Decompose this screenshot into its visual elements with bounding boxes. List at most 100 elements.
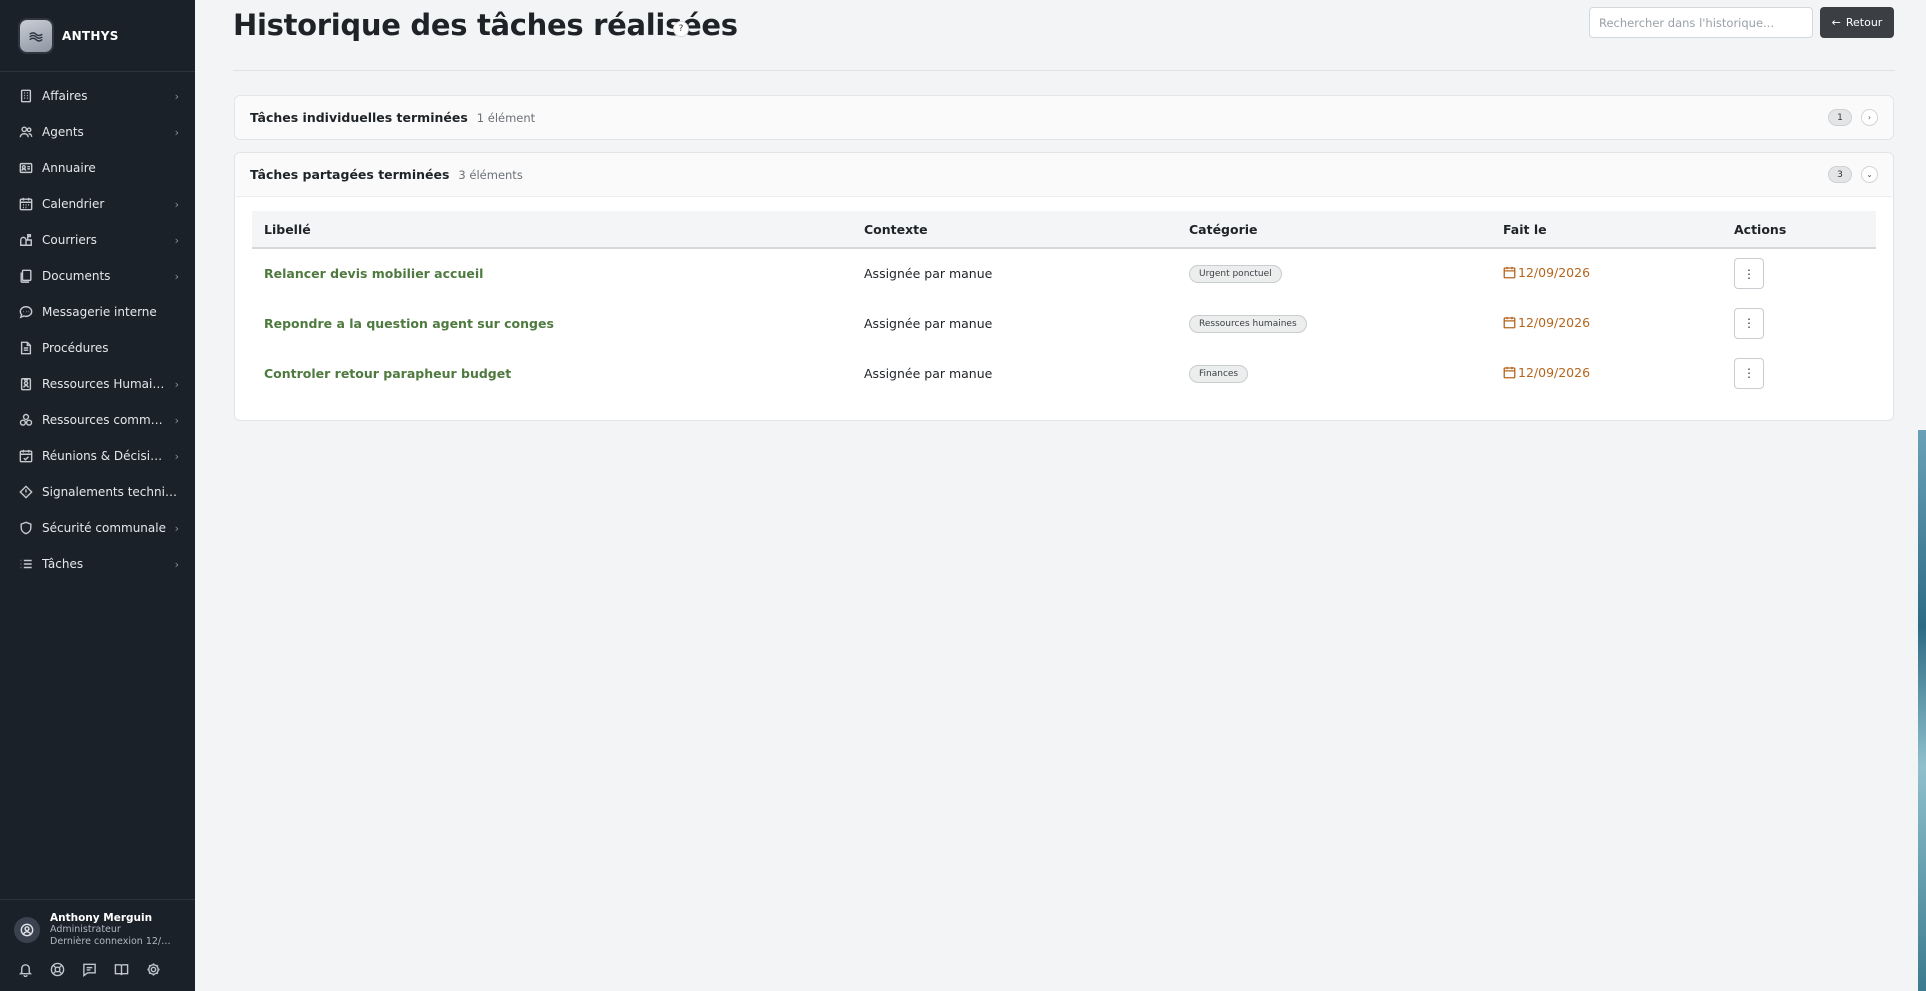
task-link[interactable]: Repondre a la question agent sur conges	[264, 316, 554, 331]
done-date: 12/09/2026	[1503, 315, 1590, 330]
sidebar-item-reunions[interactable]: Réunions & Décisions ›	[0, 438, 195, 474]
calendar-check-icon	[19, 449, 33, 463]
sidebar-item-label: Signalements techniques	[42, 485, 179, 499]
sidebar: ANTHYS Affaires › Agents › Annuaire Cale…	[0, 0, 195, 991]
calendar-icon	[1503, 366, 1516, 378]
arrow-left-icon: ←	[1831, 16, 1841, 29]
users-icon	[19, 125, 33, 139]
sidebar-item-label: Calendrier	[42, 197, 105, 211]
documents-icon	[19, 269, 33, 283]
main-content: Historique des tâches réalisées ? ← Reto…	[195, 0, 1926, 991]
done-date-text: 12/09/2026	[1518, 314, 1591, 330]
sidebar-item-ressources-communes[interactable]: Ressources commu… ›	[0, 402, 195, 438]
search-input[interactable]	[1589, 7, 1813, 38]
chat-bubble-icon	[19, 305, 33, 319]
row-actions-button[interactable]: ⋮	[1734, 307, 1764, 339]
task-link[interactable]: Relancer devis mobilier accueil	[264, 266, 483, 281]
sidebar-item-affaires[interactable]: Affaires ›	[0, 78, 195, 114]
help-icon[interactable]: ?	[673, 21, 689, 37]
chevron-right-icon: ›	[174, 449, 179, 463]
sidebar-item-documents[interactable]: Documents ›	[0, 258, 195, 294]
table-row: Controler retour parapheur budget Assign…	[252, 348, 1876, 398]
task-context: Assignée par manue	[864, 365, 993, 381]
calendar-icon	[19, 197, 33, 211]
sidebar-item-agents[interactable]: Agents ›	[0, 114, 195, 150]
sidebar-item-messagerie[interactable]: Messagerie interne	[0, 294, 195, 330]
building-icon	[19, 89, 33, 103]
shapes-icon	[19, 413, 33, 427]
calendar-icon	[1503, 316, 1516, 328]
message-square-icon[interactable]	[82, 962, 97, 981]
sidebar-item-calendrier[interactable]: Calendrier ›	[0, 186, 195, 222]
row-actions-button[interactable]: ⋮	[1734, 258, 1764, 289]
user-block: Anthony Merguin Administrateur Dernière …	[0, 899, 195, 991]
sidebar-nav: Affaires › Agents › Annuaire Calendrier …	[0, 72, 195, 899]
chevron-right-icon: ›	[174, 413, 179, 427]
file-text-icon	[19, 341, 33, 355]
column-header-contexte[interactable]: Contexte	[852, 211, 1177, 249]
task-context: Assignée par manue	[864, 266, 993, 281]
table-row: Repondre a la question agent sur conges …	[252, 298, 1876, 348]
category-tag: Ressources humaines	[1189, 314, 1307, 333]
task-link[interactable]: Controler retour parapheur budget	[264, 366, 511, 381]
column-header-categorie[interactable]: Catégorie	[1177, 211, 1491, 249]
sidebar-item-label: Courriers	[42, 233, 97, 247]
sidebar-item-procedures[interactable]: Procédures	[0, 330, 195, 366]
sidebar-item-label: Ressources Humain…	[42, 377, 169, 391]
done-date-text: 12/09/2026	[1518, 265, 1591, 280]
panel-title: Tâches individuelles terminées	[250, 110, 468, 125]
panel-header[interactable]: Tâches partagées terminées 3 éléments 3 …	[235, 153, 1893, 196]
sidebar-item-label: Ressources commu…	[42, 413, 169, 427]
user-name: Anthony Merguin	[50, 912, 153, 924]
done-date: 12/09/2026	[1503, 265, 1590, 280]
sidebar-item-signalements[interactable]: Signalements techniques	[0, 474, 195, 510]
diamond-alert-icon	[19, 485, 33, 499]
settings-icon[interactable]	[146, 962, 161, 981]
column-header-fait-le[interactable]: Fait le	[1491, 211, 1722, 249]
book-icon[interactable]	[114, 962, 129, 981]
sidebar-item-label: Procédures	[42, 341, 109, 355]
mailbox-icon	[19, 233, 33, 247]
user-info: Anthony Merguin Administrateur Dernière …	[50, 912, 175, 948]
chevron-right-icon: ›	[174, 557, 179, 571]
wave-logo-icon	[20, 19, 52, 52]
sidebar-item-label: Annuaire	[42, 161, 96, 175]
sidebar-item-label: Messagerie interne	[42, 305, 157, 319]
avatar	[14, 917, 40, 943]
chevron-right-icon: ›	[174, 233, 179, 247]
sidebar-item-courriers[interactable]: Courriers ›	[0, 222, 195, 258]
panel-body: Libellé Contexte Catégorie Fait le Actio…	[235, 196, 1893, 420]
sidebar-item-label: Sécurité communale	[42, 521, 166, 535]
lifebuoy-icon[interactable]	[50, 962, 65, 981]
page-title: Historique des tâches réalisées	[233, 8, 738, 42]
sidebar-item-ressources-humaines[interactable]: Ressources Humain… ›	[0, 366, 195, 402]
calendar-icon	[1503, 266, 1516, 279]
user-last-login: Dernière connexion 12/09/...	[50, 936, 175, 947]
user-role: Administrateur	[50, 924, 121, 935]
sidebar-item-label: Tâches	[42, 557, 84, 571]
sidebar-item-label: Documents	[42, 269, 111, 283]
column-header-libelle[interactable]: Libellé	[252, 211, 852, 249]
column-header-actions: Actions	[1722, 211, 1876, 249]
user-circle-icon	[20, 923, 34, 937]
brand[interactable]: ANTHYS	[0, 0, 195, 72]
panel-header[interactable]: Tâches individuelles terminées 1 élément…	[235, 96, 1893, 139]
chevron-right-icon: ›	[174, 269, 179, 283]
table-header-row: Libellé Contexte Catégorie Fait le Actio…	[252, 211, 1876, 249]
sidebar-item-taches[interactable]: Tâches ›	[0, 546, 195, 582]
chevron-right-icon[interactable]: ›	[1861, 109, 1878, 126]
tasks-table: Libellé Contexte Catégorie Fait le Actio…	[252, 211, 1876, 398]
count-badge: 1	[1828, 109, 1852, 126]
task-context: Assignée par manue	[864, 315, 993, 331]
back-button[interactable]: ← Retour	[1820, 7, 1894, 38]
user-profile[interactable]: Anthony Merguin Administrateur Dernière …	[14, 912, 181, 948]
chevron-right-icon: ›	[174, 197, 179, 211]
sidebar-item-label: Agents	[42, 125, 84, 139]
bell-icon[interactable]	[18, 962, 33, 981]
row-actions-button[interactable]: ⋮	[1734, 357, 1764, 389]
sidebar-item-securite[interactable]: Sécurité communale ›	[0, 510, 195, 546]
panel-shared-tasks: Tâches partagées terminées 3 éléments 3 …	[234, 152, 1894, 421]
chevron-down-icon[interactable]: ⌄	[1861, 166, 1878, 183]
sidebar-item-label: Affaires	[42, 89, 88, 103]
sidebar-item-annuaire[interactable]: Annuaire	[0, 150, 195, 186]
